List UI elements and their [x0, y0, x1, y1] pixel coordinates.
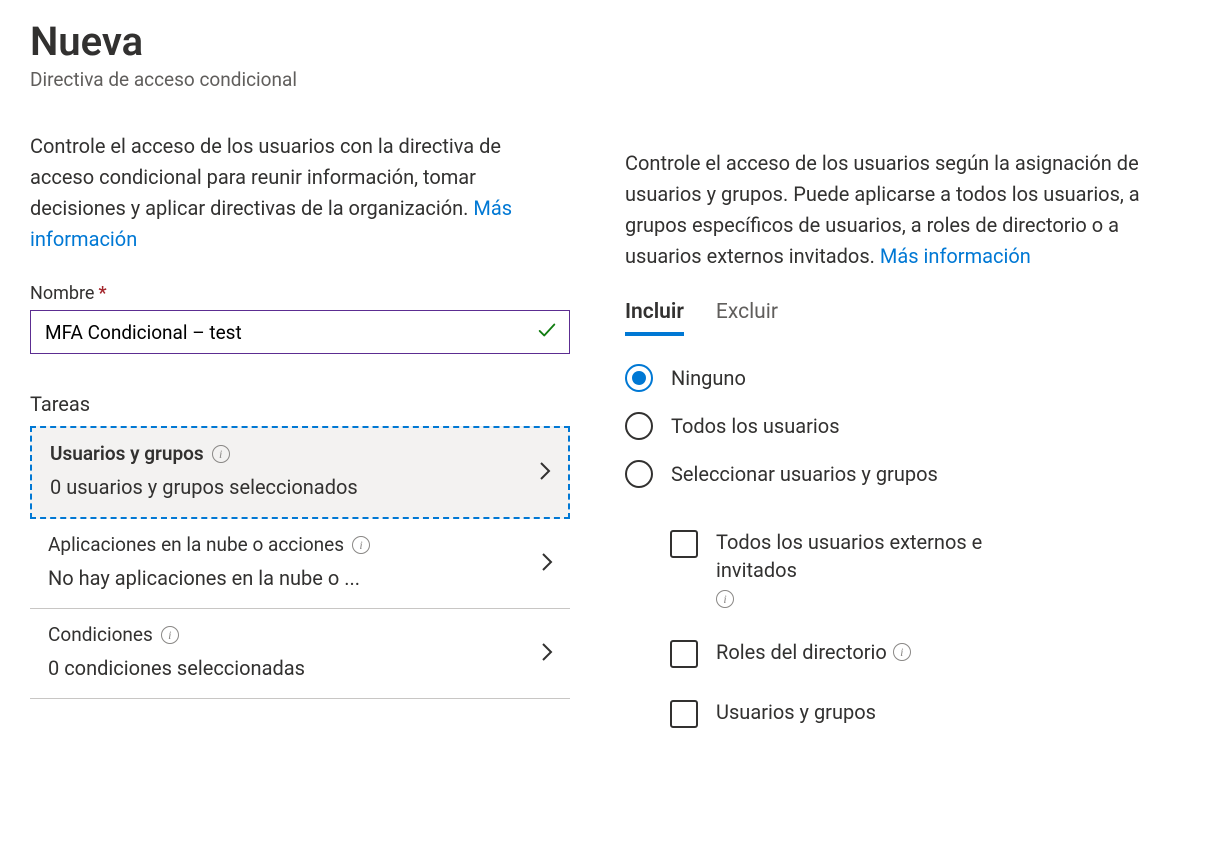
task-cloud-apps[interactable]: Aplicaciones en la nube o acciones i No …: [30, 519, 570, 609]
task-users-groups-title: Usuarios y grupos: [50, 442, 204, 465]
checkbox-icon: [670, 700, 698, 728]
task-users-groups-status: 0 usuarios y grupos seleccionados: [50, 475, 550, 499]
radio-select-users-groups-label: Seleccionar usuarios y grupos: [671, 462, 938, 486]
right-description: Controle el acceso de los usuarios según…: [625, 148, 1170, 272]
select-subtypes-group: Todos los usuarios externos e invitados …: [625, 528, 1170, 728]
left-description: Controle el acceso de los usuarios con l…: [30, 131, 570, 255]
radio-icon: [625, 460, 653, 488]
info-icon[interactable]: i: [716, 590, 734, 608]
required-indicator: *: [98, 283, 106, 304]
name-field-label: Nombre *: [30, 283, 570, 304]
radio-icon: [625, 412, 653, 440]
radio-select-users-groups[interactable]: Seleccionar usuarios y grupos: [625, 460, 1170, 488]
task-users-groups[interactable]: Usuarios y grupos i 0 usuarios y grupos …: [30, 426, 570, 519]
radio-all-users-label: Todos los usuarios: [671, 414, 840, 438]
radio-icon: [625, 364, 653, 392]
checkbox-users-groups-label: Usuarios y grupos: [716, 698, 876, 726]
name-input[interactable]: [30, 310, 570, 354]
task-conditions-title: Condiciones: [48, 623, 153, 646]
chevron-right-icon: [540, 640, 554, 668]
checkbox-users-groups[interactable]: Usuarios y grupos: [670, 698, 1170, 728]
checkbox-directory-roles[interactable]: Roles del directorio i: [670, 638, 1170, 668]
left-description-text: Controle el acceso de los usuarios con l…: [30, 134, 501, 220]
page-title: Nueva: [30, 20, 570, 64]
page-subtitle: Directiva de acceso condicional: [30, 68, 570, 91]
task-cloud-apps-status: No hay aplicaciones en la nube o ...: [48, 566, 552, 590]
radio-none-label: Ninguno: [671, 366, 746, 390]
radio-none[interactable]: Ninguno: [625, 364, 1170, 392]
chevron-right-icon: [538, 459, 552, 487]
checkbox-guests-label: Todos los usuarios externos e invitados: [716, 528, 1056, 584]
checkbox-icon: [670, 530, 698, 558]
info-icon[interactable]: i: [161, 626, 179, 644]
checkbox-icon: [670, 640, 698, 668]
info-icon[interactable]: i: [212, 445, 230, 463]
info-icon[interactable]: i: [352, 536, 370, 554]
name-label-text: Nombre: [30, 283, 94, 304]
include-exclude-tabs: Incluir Excluir: [625, 300, 1170, 336]
info-icon[interactable]: i: [893, 643, 911, 661]
right-more-link[interactable]: Más información: [880, 244, 1031, 268]
task-conditions[interactable]: Condiciones i 0 condiciones seleccionada…: [30, 609, 570, 699]
radio-all-users[interactable]: Todos los usuarios: [625, 412, 1170, 440]
tab-include[interactable]: Incluir: [625, 300, 684, 336]
checkbox-directory-roles-label: Roles del directorio: [716, 638, 887, 666]
tasks-heading: Tareas: [30, 392, 570, 416]
task-cloud-apps-title: Aplicaciones en la nube o acciones: [48, 533, 344, 556]
task-conditions-status: 0 condiciones seleccionadas: [48, 656, 552, 680]
tab-exclude[interactable]: Excluir: [716, 300, 778, 336]
user-scope-radio-group: Ninguno Todos los usuarios Seleccionar u…: [625, 364, 1170, 488]
chevron-right-icon: [540, 550, 554, 578]
checkbox-guests[interactable]: Todos los usuarios externos e invitados …: [670, 528, 1170, 608]
